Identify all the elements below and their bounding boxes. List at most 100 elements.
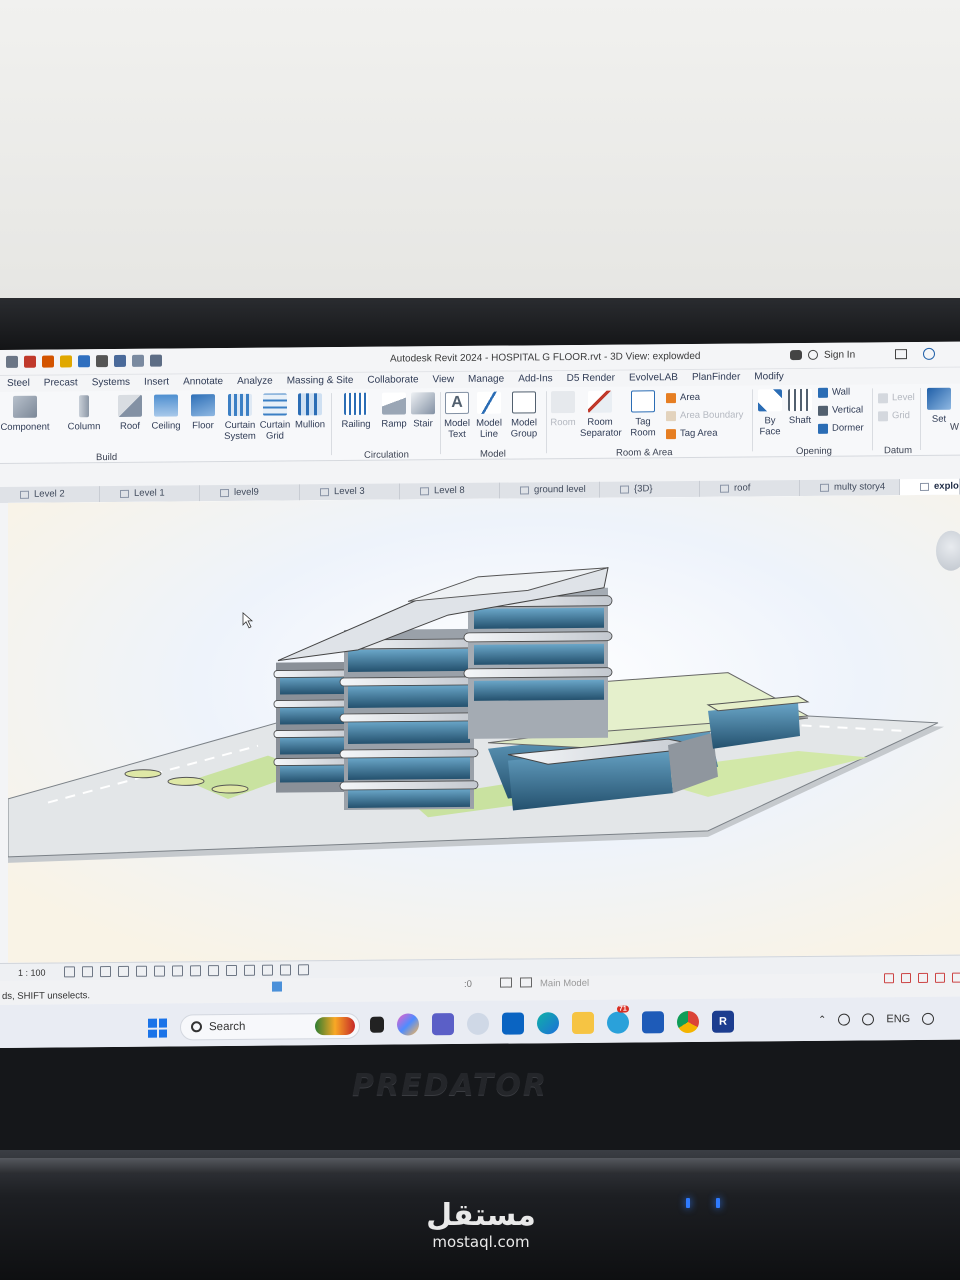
analytical-model-icon[interactable] bbox=[244, 964, 255, 976]
column-button[interactable]: Column bbox=[64, 395, 104, 432]
area-boundary-button[interactable]: Area Boundary bbox=[666, 410, 743, 422]
binoculars-icon[interactable] bbox=[790, 350, 802, 361]
roof-button[interactable]: Roof bbox=[114, 394, 146, 432]
select-underlay-icon[interactable] bbox=[901, 973, 911, 984]
onedrive-icon[interactable] bbox=[838, 1013, 851, 1026]
constraints-icon[interactable] bbox=[280, 964, 291, 976]
windows-start-icon[interactable] bbox=[148, 1018, 167, 1038]
view-tab-3d[interactable]: {3D} bbox=[600, 480, 700, 498]
component-button[interactable]: Component bbox=[0, 395, 50, 433]
cart-icon[interactable] bbox=[895, 349, 908, 360]
home-3d-icon[interactable] bbox=[114, 354, 126, 368]
view-tab-level-3[interactable]: Level 3 bbox=[300, 483, 400, 501]
floor-button[interactable]: Floor bbox=[188, 394, 218, 431]
view-tab-explowded[interactable]: explo bbox=[900, 478, 960, 496]
render-icon[interactable] bbox=[136, 965, 147, 977]
reveal-hidden-icon[interactable] bbox=[226, 964, 237, 977]
vertical-opening-button[interactable]: Vertical bbox=[818, 404, 863, 416]
level-button[interactable]: Level bbox=[878, 392, 915, 403]
chevron-up-icon[interactable]: ⌃ bbox=[818, 1014, 826, 1025]
view-tab-multy-story4[interactable]: multy story4 bbox=[800, 479, 900, 497]
view-tab-level9[interactable]: level9 bbox=[200, 484, 300, 502]
dormer-button[interactable]: Dormer bbox=[818, 422, 864, 434]
show-crop-icon[interactable] bbox=[172, 965, 183, 977]
sun-path-icon[interactable] bbox=[100, 966, 111, 978]
tab-insert[interactable]: Insert bbox=[137, 374, 176, 390]
tab-annotate[interactable]: Annotate bbox=[176, 374, 230, 390]
open-icon[interactable] bbox=[24, 355, 36, 368]
model-group-button[interactable]: Model Group bbox=[508, 391, 540, 440]
task-view-icon[interactable] bbox=[370, 1016, 384, 1033]
tag-room-button[interactable]: Tag Room bbox=[626, 390, 660, 438]
tab-d5-render[interactable]: D5 Render bbox=[560, 371, 622, 388]
tab-modify[interactable]: Modify bbox=[747, 369, 790, 385]
tab-massing-site[interactable]: Massing & Site bbox=[280, 373, 361, 390]
wall-opening-button[interactable]: Wall bbox=[818, 387, 850, 398]
user-icon[interactable] bbox=[808, 349, 818, 360]
outlook-icon[interactable] bbox=[502, 1012, 524, 1035]
grid-button[interactable]: Grid bbox=[878, 410, 910, 421]
store-icon[interactable] bbox=[642, 1011, 664, 1034]
tab-collaborate[interactable]: Collaborate bbox=[360, 372, 425, 389]
drag-elements-icon[interactable] bbox=[952, 972, 960, 983]
text-icon[interactable] bbox=[96, 355, 108, 368]
teams-icon[interactable] bbox=[432, 1013, 454, 1036]
tab-add-ins[interactable]: Add-Ins bbox=[511, 371, 559, 387]
tab-evolvelab[interactable]: EvolveLAB bbox=[622, 370, 685, 387]
worksharing-display-icon[interactable] bbox=[298, 964, 309, 976]
panel-room-area[interactable]: Room & Area bbox=[616, 447, 673, 458]
highlight-displacement-icon[interactable] bbox=[262, 964, 273, 976]
sync-icon[interactable] bbox=[862, 1013, 875, 1026]
curtain-system-button[interactable]: Curtain System bbox=[222, 393, 258, 442]
taskbar-search-box[interactable]: Search bbox=[180, 1012, 360, 1041]
file-explorer-icon[interactable] bbox=[572, 1011, 594, 1035]
select-pinned-icon[interactable] bbox=[918, 972, 928, 983]
curtain-grid-button[interactable]: Curtain Grid bbox=[258, 393, 292, 442]
tab-view[interactable]: View bbox=[426, 372, 462, 388]
visual-style-icon[interactable] bbox=[82, 966, 93, 978]
select-by-face-icon[interactable] bbox=[935, 972, 945, 983]
language-indicator[interactable]: ENG bbox=[886, 1013, 910, 1025]
tag-area-button[interactable]: Tag Area bbox=[666, 428, 718, 439]
room-button[interactable]: Room bbox=[548, 390, 578, 428]
design-options-icon[interactable] bbox=[500, 977, 512, 988]
detail-level-icon[interactable] bbox=[64, 966, 75, 978]
by-face-button[interactable]: By Face bbox=[756, 389, 784, 437]
measure-icon[interactable] bbox=[60, 355, 72, 368]
ceiling-button[interactable]: Ceiling bbox=[148, 394, 184, 432]
align-icon[interactable] bbox=[78, 355, 90, 368]
sections-icon[interactable] bbox=[132, 354, 144, 367]
stair-button[interactable]: Stair bbox=[410, 392, 436, 429]
viewcube-navigation[interactable] bbox=[936, 530, 960, 571]
print-icon[interactable] bbox=[6, 355, 18, 368]
shadows-icon[interactable] bbox=[118, 965, 129, 977]
crop-view-icon[interactable] bbox=[154, 965, 165, 977]
sign-in-button[interactable]: Sign In bbox=[824, 349, 855, 360]
view-tab-level-2[interactable]: Level 2 bbox=[0, 486, 100, 503]
tab-precast[interactable]: Precast bbox=[37, 375, 85, 391]
undo-icon[interactable] bbox=[42, 355, 54, 368]
view-tab-level-1[interactable]: Level 1 bbox=[100, 485, 200, 503]
select-links-icon[interactable] bbox=[884, 973, 894, 984]
model-text-button[interactable]: A Model Text bbox=[442, 391, 472, 440]
design-option-set-icon[interactable] bbox=[520, 977, 532, 988]
help-icon[interactable] bbox=[923, 347, 936, 360]
edge-icon[interactable] bbox=[537, 1012, 559, 1035]
unknown-app-icon[interactable] bbox=[467, 1012, 489, 1035]
wifi-icon[interactable] bbox=[922, 1012, 935, 1025]
view-tab-ground-level[interactable]: ground level bbox=[500, 481, 600, 499]
tab-steel[interactable]: Steel bbox=[0, 376, 37, 392]
main-model-select[interactable]: Main Model bbox=[540, 978, 589, 989]
workset-icon[interactable] bbox=[272, 981, 282, 992]
view-tab-roof[interactable]: roof bbox=[700, 480, 800, 497]
tab-planfinder[interactable]: PlanFinder bbox=[685, 369, 747, 386]
view-scale[interactable]: 1 : 100 bbox=[18, 968, 46, 978]
revit-icon[interactable]: R bbox=[712, 1010, 734, 1033]
view-tab-level-8[interactable]: Level 8 bbox=[400, 482, 500, 500]
tab-systems[interactable]: Systems bbox=[85, 375, 137, 391]
set-workplane-button[interactable]: Set bbox=[924, 387, 954, 425]
temporary-hide-icon[interactable] bbox=[208, 965, 219, 977]
ramp-button[interactable]: Ramp bbox=[378, 392, 410, 430]
room-separator-button[interactable]: Room Separator bbox=[580, 390, 622, 439]
3d-view-canvas[interactable] bbox=[8, 494, 960, 963]
